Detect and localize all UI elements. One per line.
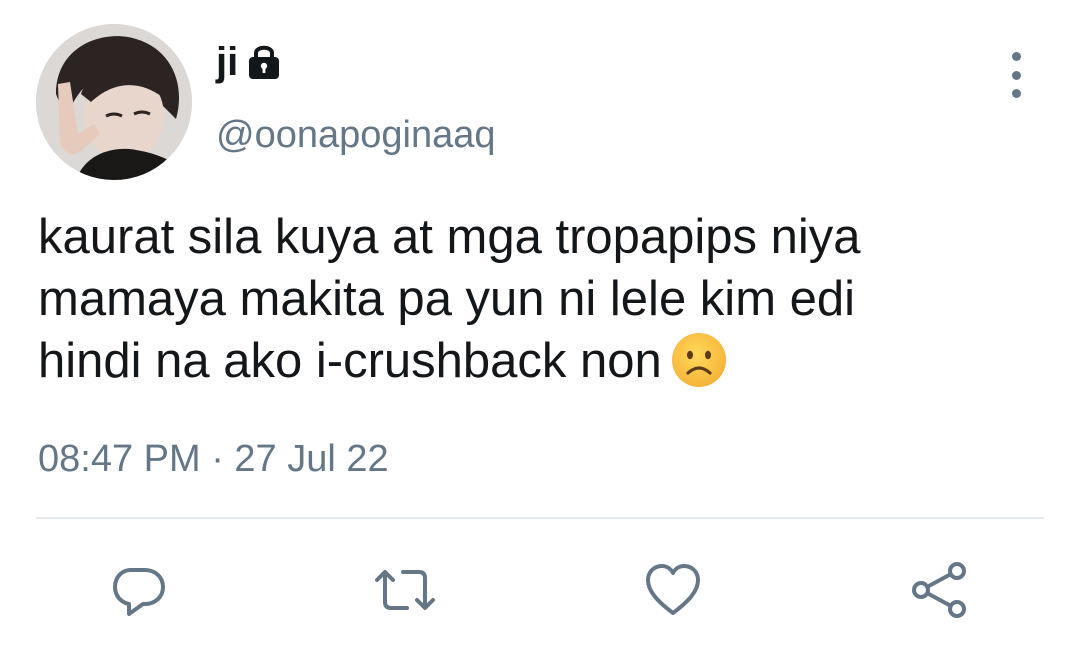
heart-icon: [643, 560, 703, 620]
tweet-card: ji @oonapoginaaq kaurat sila kuya at mga…: [0, 0, 1080, 657]
reply-icon: [109, 560, 169, 620]
share-button[interactable]: [904, 555, 974, 625]
frowning-face-emoji: [670, 331, 728, 389]
tweet-text: kaurat sila kuya at mga tropapips niya m…: [38, 206, 1048, 392]
action-bar: [0, 555, 1080, 625]
more-vertical-icon[interactable]: [998, 52, 1034, 98]
lock-icon: [242, 40, 286, 84]
tweet-text-line: mamaya makita pa yun ni lele kim edi: [38, 272, 856, 326]
tweet-text-line-last: hindi na ako i-crushback non: [38, 330, 1048, 392]
share-icon: [908, 559, 970, 621]
timestamp: 08:47 PM · 27 Jul 22: [38, 438, 389, 480]
more-dot: [1011, 89, 1021, 98]
reply-button[interactable]: [104, 555, 174, 625]
author-name-row: ji: [216, 38, 286, 86]
user-handle[interactable]: @oonapoginaaq: [216, 112, 496, 158]
tweet-text-line: kaurat sila kuya at mga tropapips niya: [38, 210, 861, 264]
retweet-icon: [371, 560, 439, 620]
divider: [36, 517, 1044, 519]
display-name[interactable]: ji: [216, 38, 238, 86]
avatar[interactable]: [36, 24, 192, 180]
more-dot: [1011, 70, 1021, 80]
tweet-text-line-content: hindi na ako i-crushback non: [38, 334, 662, 388]
retweet-button[interactable]: [370, 555, 440, 625]
more-dot: [1011, 52, 1021, 61]
like-button[interactable]: [638, 555, 708, 625]
